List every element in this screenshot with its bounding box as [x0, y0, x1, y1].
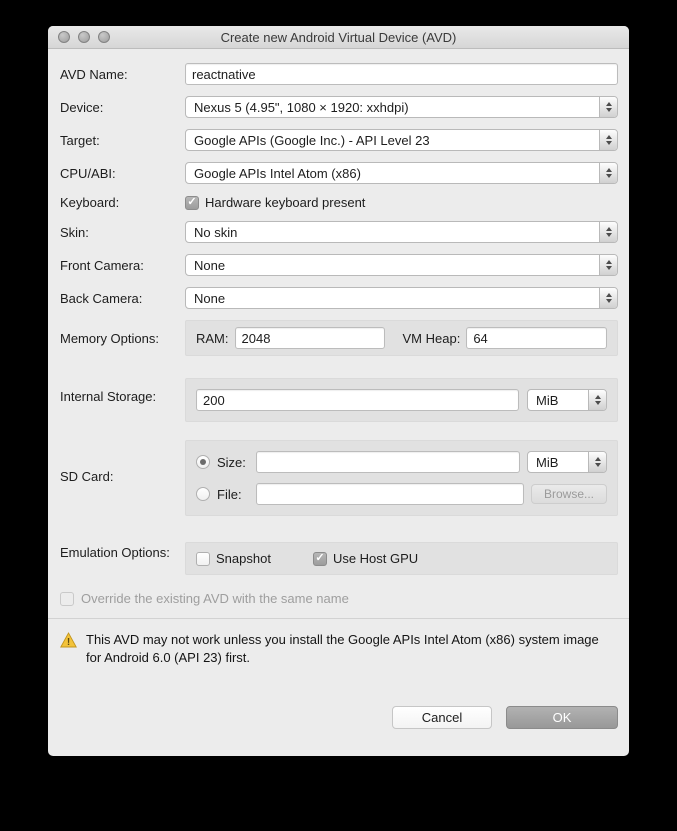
target-select-value: Google APIs (Google Inc.) - API Level 23	[194, 133, 430, 148]
use-host-gpu-checkbox-row: Use Host GPU	[313, 551, 418, 566]
target-label: Target:	[60, 133, 185, 148]
ok-button[interactable]: OK	[506, 706, 618, 729]
back-camera-label: Back Camera:	[60, 291, 185, 306]
vm-heap-input[interactable]	[466, 327, 607, 349]
window-controls	[58, 31, 110, 43]
target-row: Target: Google APIs (Google Inc.) - API …	[60, 129, 618, 151]
internal-storage-unit-value: MiB	[536, 393, 558, 408]
avd-name-input[interactable]	[185, 63, 618, 85]
cancel-button[interactable]: Cancel	[392, 706, 492, 729]
avd-name-label: AVD Name:	[60, 67, 185, 82]
sd-size-label: Size:	[217, 455, 249, 470]
sd-card-size-row: Size: MiB	[196, 451, 607, 473]
skin-row: Skin: No skin	[60, 221, 618, 243]
front-camera-select-value: None	[194, 258, 225, 273]
device-label: Device:	[60, 100, 185, 115]
emulation-options-group: Snapshot Use Host GPU	[185, 542, 618, 575]
emulation-options-label: Emulation Options:	[60, 545, 185, 560]
sd-size-input[interactable]	[256, 451, 520, 473]
back-camera-row: Back Camera: None	[60, 287, 618, 309]
dialog-content: AVD Name: Device: Nexus 5 (4.95", 1080 ×…	[48, 49, 629, 729]
chevron-up-down-icon	[588, 452, 606, 472]
cpu-abi-select-value: Google APIs Intel Atom (x86)	[194, 166, 361, 181]
sd-card-label: SD Card:	[60, 469, 185, 484]
chevron-up-down-icon	[599, 255, 617, 275]
hardware-keyboard-checkbox[interactable]	[185, 196, 199, 210]
sd-file-label: File:	[217, 487, 249, 502]
memory-options-label: Memory Options:	[60, 331, 185, 346]
zoom-button[interactable]	[98, 31, 110, 43]
override-avd-row: Override the existing AVD with the same …	[60, 591, 618, 606]
cpu-abi-select[interactable]: Google APIs Intel Atom (x86)	[185, 162, 618, 184]
device-select-value: Nexus 5 (4.95", 1080 × 1920: xxhdpi)	[194, 100, 409, 115]
memory-options-group: RAM: VM Heap:	[185, 320, 618, 356]
emulation-options-row: Emulation Options: Snapshot Use Host GPU	[60, 530, 618, 575]
chevron-up-down-icon	[599, 97, 617, 117]
warning-text: This AVD may not work unless you install…	[86, 631, 618, 666]
override-avd-checkbox	[60, 592, 74, 606]
hardware-keyboard-checkbox-label: Hardware keyboard present	[205, 195, 365, 210]
snapshot-checkbox-label: Snapshot	[216, 551, 271, 566]
internal-storage-input[interactable]	[196, 389, 519, 411]
hardware-keyboard-checkbox-row: Hardware keyboard present	[185, 195, 618, 210]
vm-heap-label: VM Heap:	[403, 331, 461, 346]
chevron-up-down-icon	[588, 390, 606, 410]
warning-message: ! This AVD may not work unless you insta…	[60, 619, 618, 666]
sd-size-radio[interactable]	[196, 455, 210, 469]
skin-select[interactable]: No skin	[185, 221, 618, 243]
internal-storage-group: MiB	[185, 378, 618, 422]
sd-size-unit-select[interactable]: MiB	[527, 451, 607, 473]
dialog-buttons: Cancel OK	[60, 706, 618, 729]
chevron-up-down-icon	[599, 130, 617, 150]
front-camera-label: Front Camera:	[60, 258, 185, 273]
use-host-gpu-checkbox[interactable]	[313, 552, 327, 566]
chevron-up-down-icon	[599, 163, 617, 183]
target-select[interactable]: Google APIs (Google Inc.) - API Level 23	[185, 129, 618, 151]
snapshot-checkbox-row: Snapshot	[196, 551, 271, 566]
front-camera-row: Front Camera: None	[60, 254, 618, 276]
cpu-abi-row: CPU/ABI: Google APIs Intel Atom (x86)	[60, 162, 618, 184]
internal-storage-unit-select[interactable]: MiB	[527, 389, 607, 411]
front-camera-select[interactable]: None	[185, 254, 618, 276]
sd-card-group: Size: MiB File: Browse...	[185, 440, 618, 516]
sd-size-unit-value: MiB	[536, 455, 558, 470]
cpu-abi-label: CPU/ABI:	[60, 166, 185, 181]
snapshot-checkbox[interactable]	[196, 552, 210, 566]
browse-button: Browse...	[531, 484, 607, 504]
memory-options-row: Memory Options: RAM: VM Heap:	[60, 320, 618, 356]
internal-storage-row: Internal Storage: MiB	[60, 370, 618, 422]
sd-card-file-row: File: Browse...	[196, 483, 607, 505]
override-avd-label: Override the existing AVD with the same …	[81, 591, 349, 606]
back-camera-select-value: None	[194, 291, 225, 306]
internal-storage-label: Internal Storage:	[60, 389, 185, 404]
back-camera-select[interactable]: None	[185, 287, 618, 309]
device-select[interactable]: Nexus 5 (4.95", 1080 × 1920: xxhdpi)	[185, 96, 618, 118]
minimize-button[interactable]	[78, 31, 90, 43]
chevron-up-down-icon	[599, 288, 617, 308]
window-title: Create new Android Virtual Device (AVD)	[48, 30, 629, 45]
close-button[interactable]	[58, 31, 70, 43]
ram-input[interactable]	[235, 327, 385, 349]
device-row: Device: Nexus 5 (4.95", 1080 × 1920: xxh…	[60, 96, 618, 118]
use-host-gpu-checkbox-label: Use Host GPU	[333, 551, 418, 566]
skin-select-value: No skin	[194, 225, 237, 240]
ram-label: RAM:	[196, 331, 229, 346]
sd-file-input[interactable]	[256, 483, 524, 505]
skin-label: Skin:	[60, 225, 185, 240]
titlebar[interactable]: Create new Android Virtual Device (AVD)	[48, 26, 629, 49]
sd-card-row: SD Card: Size: MiB	[60, 436, 618, 516]
keyboard-row: Keyboard: Hardware keyboard present	[60, 195, 618, 210]
svg-text:!: !	[67, 637, 70, 648]
avd-dialog-window: Create new Android Virtual Device (AVD) …	[48, 26, 629, 756]
warning-triangle-icon: !	[60, 632, 77, 648]
keyboard-label: Keyboard:	[60, 195, 185, 210]
chevron-up-down-icon	[599, 222, 617, 242]
sd-file-radio[interactable]	[196, 487, 210, 501]
avd-name-row: AVD Name:	[60, 63, 618, 85]
